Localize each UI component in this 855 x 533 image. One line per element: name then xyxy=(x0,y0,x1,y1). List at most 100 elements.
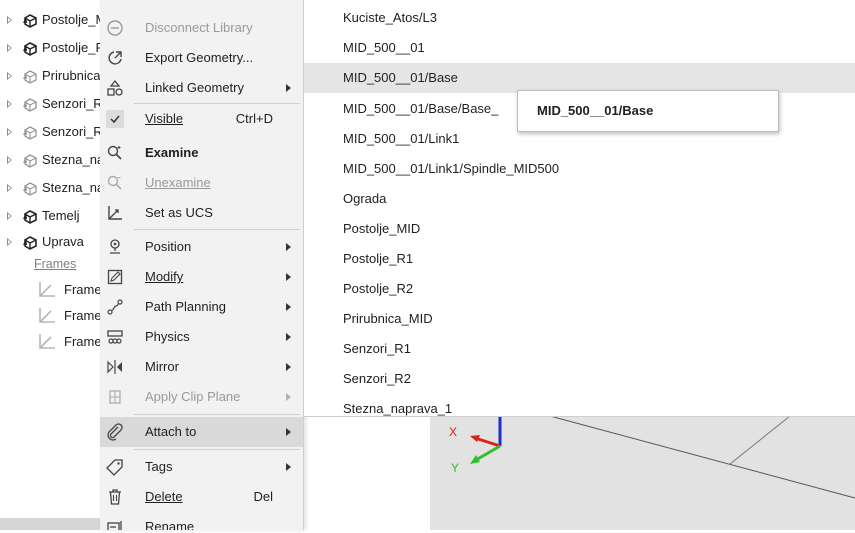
menu-item-apply-clip-plane[interactable]: Apply Clip Plane xyxy=(100,382,303,412)
frame-item-label[interactable]: Frame xyxy=(64,334,100,349)
export-icon xyxy=(106,49,124,67)
submenu-item-label: MID_500__01/Link1/Spindle_MID500 xyxy=(343,161,560,176)
menu-item-label: Modify xyxy=(145,269,184,284)
tree-item-label: Prirubnica_MID xyxy=(42,68,100,83)
expand-icon[interactable] xyxy=(7,100,12,108)
menu-item-modify[interactable]: Modify xyxy=(100,262,303,292)
submenu-item-label: Kuciste_Atos/L3 xyxy=(343,10,437,25)
tree-item-label: Postolje_MID xyxy=(42,12,100,27)
examine-icon xyxy=(106,144,124,162)
clip-plane-icon xyxy=(106,388,124,406)
menu-item-physics[interactable]: Physics xyxy=(100,322,303,352)
expand-icon[interactable] xyxy=(7,184,12,192)
ucs-icon xyxy=(106,204,124,222)
tree-item-label: Senzori_R1 xyxy=(42,96,100,111)
submenu-item[interactable]: MID_500__01 xyxy=(304,33,855,63)
axis-gizmo: X Y xyxy=(449,416,502,475)
menu-item-disconnect-library[interactable]: Disconnect Library xyxy=(100,13,303,43)
expand-icon[interactable] xyxy=(7,238,12,246)
menu-separator xyxy=(134,449,300,450)
scene-tree: Postolje_MID Postolje_R1 Prirubnica_MID … xyxy=(0,0,100,518)
menu-item-linked-geometry[interactable]: Linked Geometry xyxy=(100,73,303,103)
submenu-item[interactable]: Senzori_R1 xyxy=(304,334,855,364)
menu-item-label: Export Geometry... xyxy=(145,50,254,65)
position-icon xyxy=(106,238,124,256)
frame-icon xyxy=(39,282,55,297)
component-icon xyxy=(23,236,37,250)
menu-item-label: Delete xyxy=(145,489,183,504)
submenu-item-label: MID_500__01 xyxy=(343,40,425,55)
menu-item-label: Rename xyxy=(145,519,195,530)
expand-icon[interactable] xyxy=(7,44,12,52)
menu-item-visible[interactable]: Visible Ctrl+D xyxy=(100,104,303,134)
tree-item-label: Uprava xyxy=(42,234,84,249)
component-icon xyxy=(23,14,37,28)
frames-link[interactable]: Frames xyxy=(34,257,76,271)
frame-item-label[interactable]: Frame xyxy=(64,282,100,297)
submenu-item-label: Senzori_R2 xyxy=(343,371,411,386)
menu-item-set-as-ucs[interactable]: Set as UCS xyxy=(100,198,303,228)
menu-item-label: Set as UCS xyxy=(145,205,213,220)
menu-item-attach-to[interactable]: Attach to xyxy=(100,417,303,447)
tooltip: MID_500__01/Base xyxy=(517,90,779,132)
menu-item-label: Visible xyxy=(145,111,184,126)
submenu-item[interactable]: Senzori_R2 xyxy=(304,364,855,394)
submenu-item[interactable]: Postolje_R2 xyxy=(304,274,855,304)
menu-item-delete[interactable]: Delete Del xyxy=(100,482,303,512)
component-icon xyxy=(23,42,37,56)
viewport-left-area[interactable] xyxy=(304,416,430,530)
tree-item-label: Temelj xyxy=(42,208,80,223)
menu-item-export-geometry[interactable]: Export Geometry... xyxy=(100,43,303,73)
3d-viewport[interactable]: X Y xyxy=(430,415,855,530)
submenu-item[interactable]: Postolje_R1 xyxy=(304,244,855,274)
submenu-arrow-icon xyxy=(286,84,291,92)
menu-item-label: Position xyxy=(145,239,192,254)
submenu-item[interactable]: Kuciste_Atos/L3 xyxy=(304,3,855,33)
menu-item-position[interactable]: Position xyxy=(100,232,303,262)
menu-item-examine[interactable]: Examine xyxy=(100,138,303,168)
expand-icon[interactable] xyxy=(7,128,12,136)
menu-separator xyxy=(134,229,300,230)
menu-item-label: Examine xyxy=(145,145,199,160)
submenu-item[interactable]: Stezna_naprava_1 xyxy=(304,394,855,416)
submenu-item[interactable]: Postolje_MID xyxy=(304,214,855,244)
unexamine-icon xyxy=(106,174,124,192)
disconnect-icon xyxy=(106,19,124,37)
tree-item-label: Stezna_naprava_1 xyxy=(42,152,100,167)
menu-item-label: Attach to xyxy=(145,424,197,439)
submenu-item[interactable]: Prirubnica_MID xyxy=(304,304,855,334)
rename-icon xyxy=(106,518,124,530)
component-icon-hidden xyxy=(23,70,37,84)
check-icon xyxy=(106,110,124,128)
expand-icon[interactable] xyxy=(7,212,12,220)
menu-item-label: Linked Geometry xyxy=(145,80,244,95)
submenu-item[interactable]: Ograda xyxy=(304,184,855,214)
submenu-item-label: Prirubnica_MID xyxy=(343,311,433,326)
menu-item-label: Apply Clip Plane xyxy=(145,389,241,404)
submenu-item-highlighted[interactable]: MID_500__01/Base xyxy=(304,63,855,93)
expand-icon[interactable] xyxy=(7,72,12,80)
menu-item-unexamine[interactable]: Unexamine xyxy=(100,168,303,198)
menu-item-label: Mirror xyxy=(145,359,179,374)
status-bar xyxy=(0,518,100,530)
submenu-arrow-icon xyxy=(286,428,291,436)
menu-item-path-planning[interactable]: Path Planning xyxy=(100,292,303,322)
menu-item-mirror[interactable]: Mirror xyxy=(100,352,303,382)
submenu-arrow-icon xyxy=(286,333,291,341)
menu-separator xyxy=(134,414,300,415)
submenu-arrow-icon xyxy=(286,463,291,471)
tree-item-label: Stezna_naprava_2 xyxy=(42,180,100,195)
menu-item-tags[interactable]: Tags xyxy=(100,452,303,482)
submenu-item-label: MID_500__01/Base xyxy=(343,70,458,85)
submenu-item-label: Ograda xyxy=(343,191,387,206)
menu-item-rename[interactable]: Rename xyxy=(100,512,303,530)
mirror-icon xyxy=(106,358,124,376)
component-icon-hidden xyxy=(23,182,37,196)
menu-item-label: Tags xyxy=(145,459,173,474)
menu-item-shortcut: Ctrl+D xyxy=(235,111,273,126)
submenu-item-label: Postolje_R1 xyxy=(343,251,414,266)
frame-item-label[interactable]: Frame xyxy=(64,308,100,323)
expand-icon[interactable] xyxy=(7,156,12,164)
expand-icon[interactable] xyxy=(7,16,12,24)
submenu-item[interactable]: MID_500__01/Link1/Spindle_MID500 xyxy=(304,154,855,184)
